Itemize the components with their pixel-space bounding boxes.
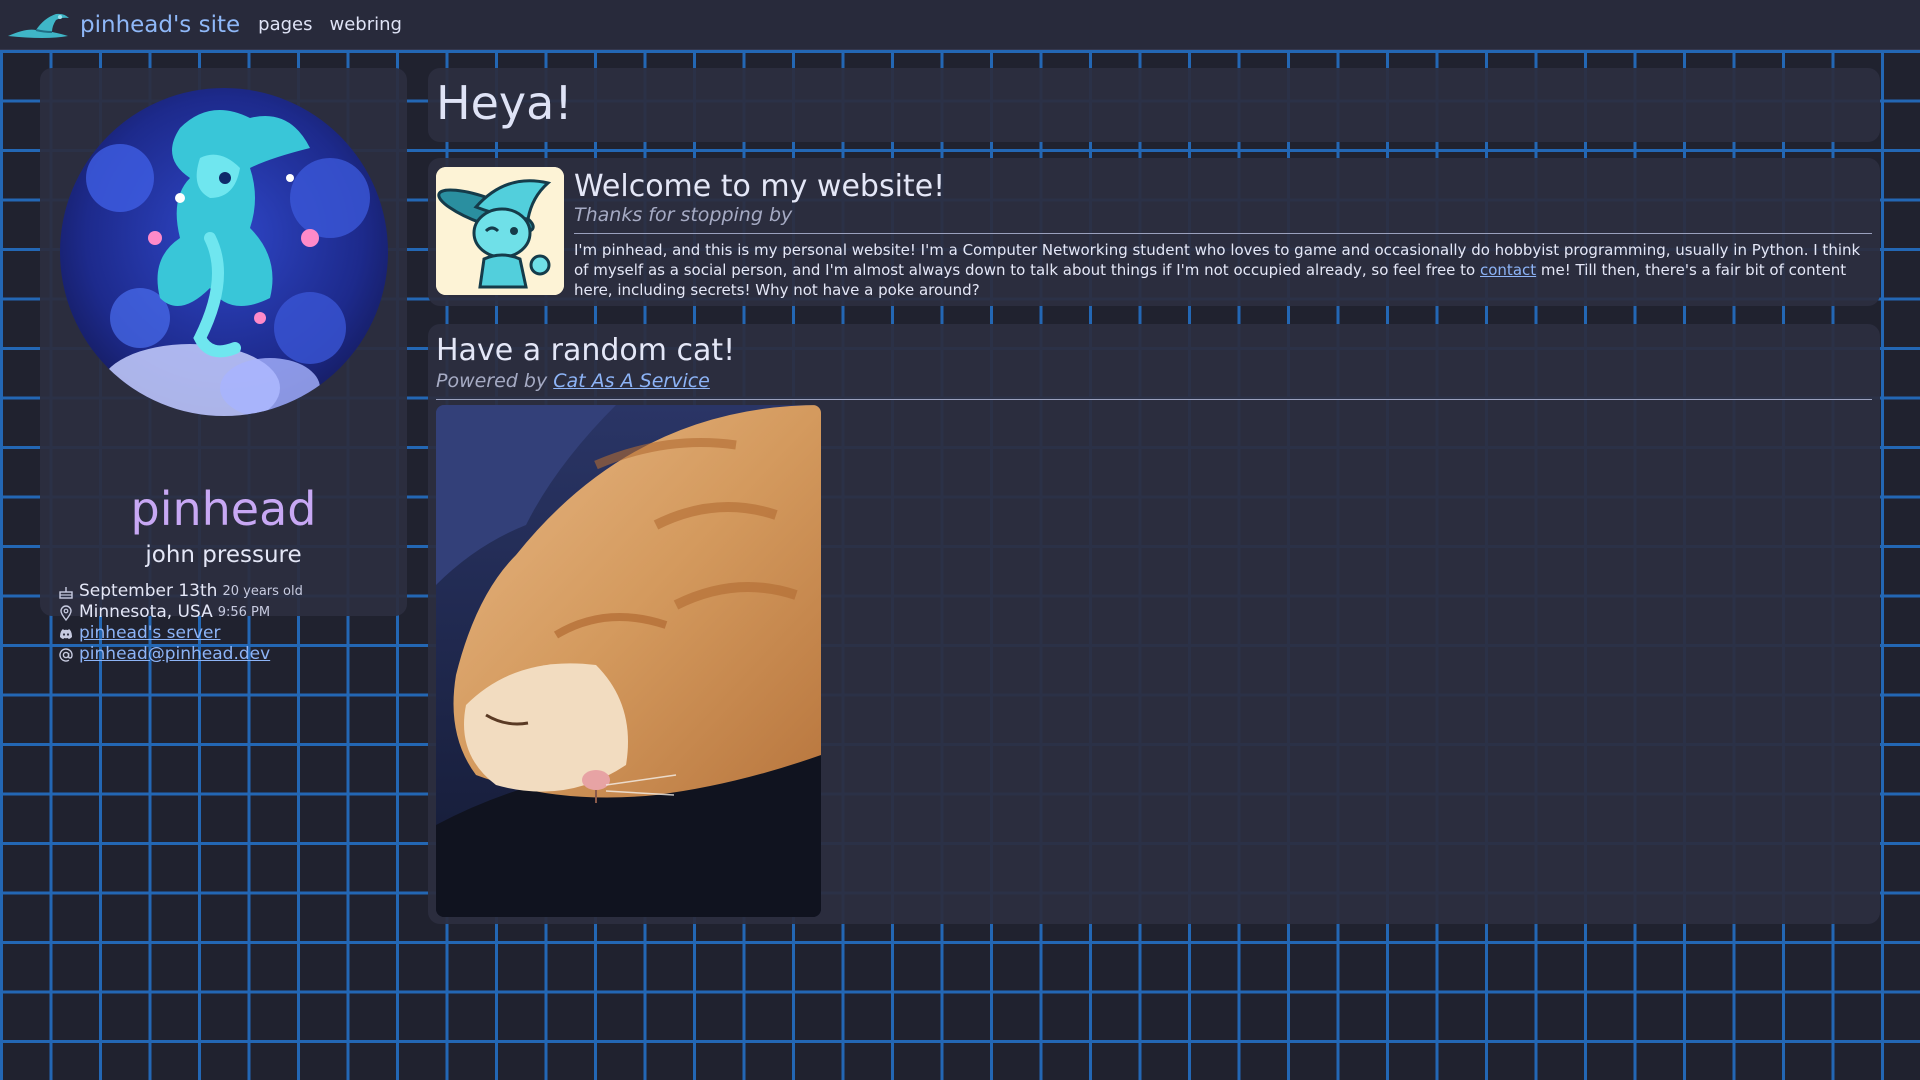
birthday-date: September 13th [79,581,218,601]
discord-server-link[interactable]: pinhead's server [79,625,220,642]
nav-link-pages[interactable]: pages [258,14,312,35]
profile-name: pinhead [130,482,317,536]
age-text: 20 years old [222,584,303,599]
site-title: pinhead's site [80,11,241,38]
discord-row: pinhead's server [58,625,220,642]
at-icon [58,647,74,663]
local-time: 9:56 PM [217,605,271,620]
cat-subtitle: Powered by Cat As A Service [436,372,710,391]
character-sticker-image [436,167,564,295]
site-logo-link[interactable]: pinhead's site [6,6,240,44]
cat-title: Have a random cat! [436,333,736,368]
cat-photo [436,405,821,917]
map-pin-icon [58,604,74,621]
welcome-subtitle: Thanks for stopping by [574,204,793,226]
cat-subtitle-prefix: Powered by [436,370,554,392]
page-title: Heya! [436,76,573,130]
profile-card: pinhead john pressure September 13th 20 … [40,68,407,663]
cat-as-a-service-link[interactable]: Cat As A Service [553,370,710,392]
welcome-divider [574,233,1872,234]
avatar [60,88,388,416]
welcome-title: Welcome to my website! [574,169,946,204]
welcome-panel: Welcome to my website! Thanks for stoppi… [428,158,1880,306]
nav-link-webring[interactable]: webring [330,14,402,35]
location-row: Minnesota, USA 9:56 PM [58,604,270,621]
location-text: Minnesota, USA [79,602,213,622]
heya-panel: Heya! [428,68,1880,142]
email-row: pinhead@pinhead.dev [58,646,270,663]
email-link[interactable]: pinhead@pinhead.dev [79,646,270,663]
discord-icon [58,626,74,642]
contact-link[interactable]: contact [1480,261,1536,279]
cat-divider [436,399,1872,400]
birthday-row: September 13th 20 years old [58,583,303,600]
cake-icon [58,584,74,600]
welcome-body: I'm pinhead, and this is my personal web… [574,240,1866,300]
wizard-hat-icon [6,6,72,44]
random-cat-panel: Have a random cat! Powered by Cat As A S… [428,324,1880,924]
top-nav-bar: pinhead's site pages webring [0,0,1920,50]
profile-real-name: john pressure [145,542,302,568]
